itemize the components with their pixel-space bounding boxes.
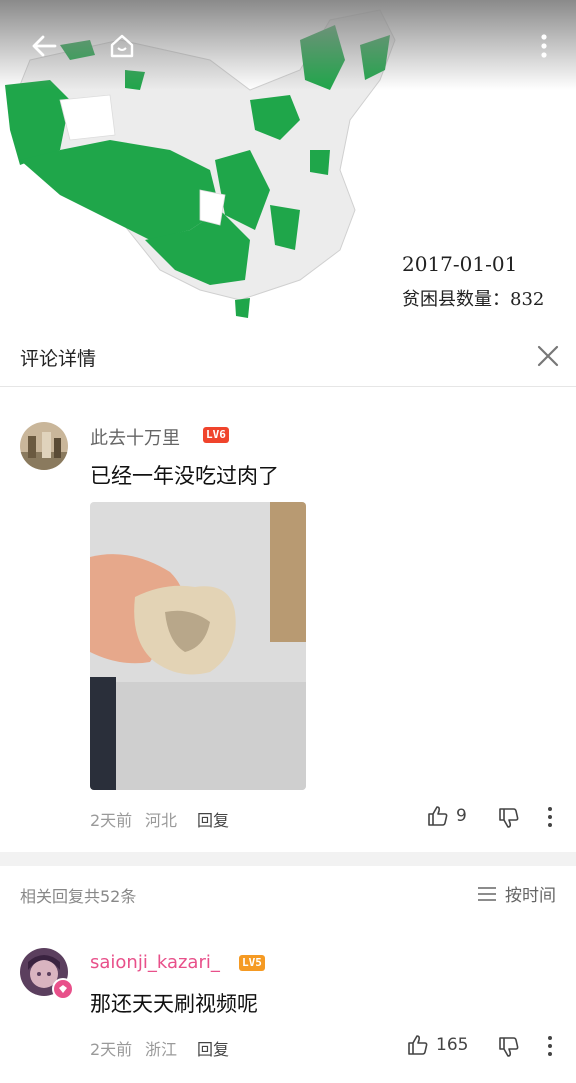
avatar-image [20,422,68,470]
level-badge: LV5 [239,955,265,971]
level-badge: LV6 [203,427,229,443]
sort-button[interactable]: 按时间 [477,881,556,906]
video-player[interactable]: 2017-01-01 贫困县数量：832 [0,0,576,328]
home-icon [110,34,134,58]
replies-count: 相关回复共52条 [20,887,137,906]
close-icon [537,345,559,367]
map-date-label: 2017-01-01 [402,252,518,276]
like-button[interactable]: 9 [426,804,467,828]
reply-more-button[interactable] [546,1035,554,1057]
map-county-count-label: 贫困县数量：832 [402,289,545,310]
comment-time: 2天前 [90,811,133,830]
dislike-button[interactable] [497,1035,521,1059]
reply-username[interactable]: saionji_kazari_ [90,952,220,973]
sort-label: 按时间 [505,886,556,906]
more-options-button[interactable] [526,28,562,64]
thumbs-down-icon [499,1037,519,1057]
more-vertical-icon [541,34,547,58]
reply-button[interactable]: 回复 [197,1036,229,1060]
reply-time: 2天前 [90,1040,133,1059]
thumbs-up-icon [428,806,448,826]
thumbs-down-icon [499,808,519,828]
comment-photo [90,502,306,790]
dislike-button[interactable] [497,806,521,830]
comment-detail-header: 评论详情 [0,328,576,387]
thumbs-up-icon [408,1035,428,1055]
more-vertical-icon [548,807,552,827]
like-count: 9 [456,806,467,826]
section-divider [0,852,576,866]
comment-more-button[interactable] [546,806,554,828]
avatar[interactable] [20,422,68,470]
sort-list-icon [478,886,496,901]
reply-text: 那还天天刷视频呢 [90,992,258,1016]
comment-location: 河北 [145,811,178,830]
panel-title: 评论详情 [20,348,97,370]
back-button[interactable] [26,28,62,64]
arrow-left-icon [32,35,57,57]
home-button[interactable] [104,28,140,64]
close-button[interactable] [532,340,564,372]
top-gradient [0,0,576,90]
comment-image[interactable] [90,502,306,790]
more-vertical-icon [548,1036,552,1056]
like-button[interactable]: 165 [406,1033,468,1057]
reply-button[interactable]: 回复 [197,807,229,831]
comment-text: 已经一年没吃过肉了 [90,464,279,488]
comment-username[interactable]: 此去十万里 [90,424,180,450]
reply-location: 浙江 [145,1040,178,1059]
verified-badge-icon [52,978,74,1000]
like-count: 165 [436,1035,469,1055]
